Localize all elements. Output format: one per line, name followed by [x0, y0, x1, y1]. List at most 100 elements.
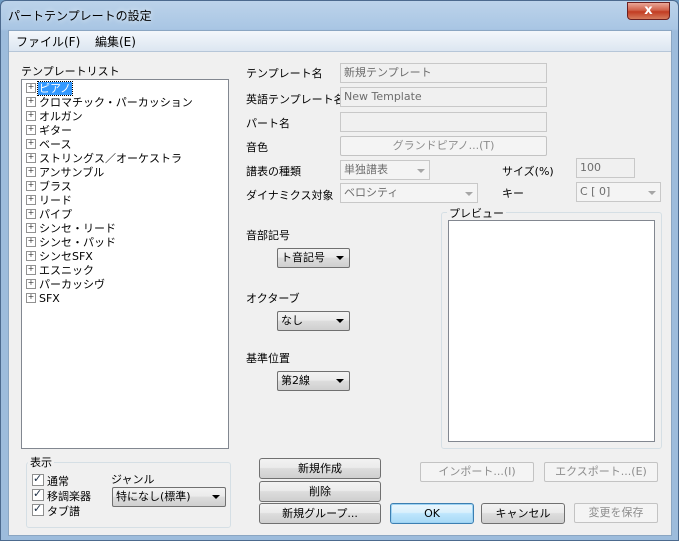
- dialog-window: パートテンプレートの設定 x ファイル(F) 編集(E) テンプレートリスト ピ…: [0, 0, 679, 541]
- octave-label: オクターブ: [246, 292, 300, 305]
- score-type-label: 譜表の種類: [246, 165, 301, 178]
- cancel-button[interactable]: キャンセル: [481, 503, 565, 524]
- genre-value: 特になし(標準): [116, 490, 191, 503]
- save-changes-button[interactable]: 変更を保存: [574, 503, 658, 523]
- title-bar[interactable]: パートテンプレートの設定 x: [1, 1, 678, 29]
- expand-plus-icon[interactable]: [26, 251, 36, 261]
- base-position-label: 基準位置: [246, 352, 290, 365]
- tree-item-label: リード: [39, 194, 72, 207]
- menu-file[interactable]: ファイル(F): [16, 33, 80, 50]
- tree-item[interactable]: ストリングス／オーケストラ: [26, 152, 183, 166]
- tone-button[interactable]: グランドピアノ...(T): [340, 136, 547, 156]
- template-name-label: テンプレート名: [246, 67, 323, 80]
- tab-checkbox-label: タブ譜: [47, 505, 80, 518]
- expand-plus-icon[interactable]: [26, 125, 36, 135]
- octave-value: なし: [281, 314, 303, 327]
- tree-item[interactable]: クロマチック・パーカッション: [26, 96, 194, 110]
- expand-plus-icon[interactable]: [26, 139, 36, 149]
- size-field[interactable]: 100: [576, 158, 635, 178]
- score-type-select[interactable]: 単独譜表: [340, 160, 430, 180]
- tree-item-label: ベース: [39, 138, 72, 151]
- tree-item[interactable]: オルガン: [26, 110, 84, 124]
- tree-item[interactable]: SFX: [26, 292, 61, 306]
- tree-item[interactable]: シンセSFX: [26, 250, 94, 264]
- expand-plus-icon[interactable]: [26, 181, 36, 191]
- close-button[interactable]: x: [627, 2, 670, 20]
- chevron-down-icon: [465, 192, 473, 196]
- tree-item-label: クロマチック・パーカッション: [39, 96, 193, 109]
- menu-edit[interactable]: 編集(E): [95, 33, 136, 50]
- display-label: 表示: [28, 454, 54, 470]
- key-label: キー: [502, 187, 524, 200]
- transposing-checkbox-label: 移調楽器: [47, 490, 91, 503]
- tree-item-label: ブラス: [39, 180, 72, 193]
- dynamics-select[interactable]: ベロシティ: [340, 183, 478, 203]
- expand-plus-icon[interactable]: [26, 265, 36, 275]
- expand-plus-icon[interactable]: [26, 223, 36, 233]
- expand-plus-icon[interactable]: [26, 209, 36, 219]
- tree-item-label: シンセ・パッド: [39, 236, 116, 249]
- dialog-client: ファイル(F) 編集(E) テンプレートリスト ピアノクロマチック・パーカッショ…: [8, 30, 672, 536]
- tree-item-label: シンセSFX: [39, 250, 93, 263]
- tab-checkbox[interactable]: [32, 502, 44, 516]
- expand-plus-icon[interactable]: [26, 195, 36, 205]
- english-name-label: 英語テンプレート名: [246, 93, 345, 106]
- tree-item-label: アンサンブル: [39, 166, 105, 179]
- normal-checkbox[interactable]: [32, 472, 44, 486]
- tree-item[interactable]: シンセ・リード: [26, 222, 117, 236]
- base-position-select[interactable]: 第2線: [277, 371, 350, 391]
- tree-item[interactable]: ギター: [26, 124, 73, 138]
- tree-item-label: エスニック: [39, 264, 94, 277]
- tree-item[interactable]: リード: [26, 194, 73, 208]
- expand-plus-icon[interactable]: [26, 293, 36, 303]
- clef-select[interactable]: ト音記号: [277, 248, 350, 268]
- tree-item[interactable]: シンセ・パッド: [26, 236, 117, 250]
- dynamics-value: ベロシティ: [344, 186, 399, 199]
- expand-plus-icon[interactable]: [26, 237, 36, 247]
- tree-item[interactable]: ピアノ: [26, 81, 74, 96]
- import-button[interactable]: インポート...(I): [420, 462, 534, 482]
- ok-button[interactable]: OK: [390, 503, 474, 524]
- expand-plus-icon[interactable]: [26, 83, 36, 93]
- export-button[interactable]: エクスポート...(E): [544, 462, 658, 482]
- expand-plus-icon[interactable]: [26, 279, 36, 289]
- size-label: サイズ(%): [502, 165, 554, 178]
- window-title: パートテンプレートの設定: [8, 9, 152, 23]
- chevron-down-icon: [417, 169, 425, 173]
- genre-select[interactable]: 特になし(標準): [112, 487, 226, 507]
- template-list-label: テンプレートリスト: [21, 65, 120, 78]
- part-name-field[interactable]: [340, 112, 547, 132]
- key-select[interactable]: C [ 0]: [576, 182, 661, 202]
- tree-item-label: ギター: [39, 124, 72, 137]
- english-name-field[interactable]: New Template: [340, 87, 547, 107]
- tree-item-label: パーカッシヴ: [39, 278, 105, 291]
- tree-item[interactable]: パーカッシヴ: [26, 278, 106, 292]
- tree-item[interactable]: エスニック: [26, 264, 95, 278]
- key-value: C [ 0]: [580, 185, 611, 198]
- template-name-field[interactable]: 新規テンプレート: [340, 63, 547, 83]
- new-group-button[interactable]: 新規グループ...: [259, 503, 381, 524]
- tree-item-label: パイプ: [39, 208, 72, 221]
- chevron-down-icon: [212, 495, 220, 499]
- tree-item[interactable]: ベース: [26, 138, 72, 152]
- transposing-checkbox[interactable]: [32, 487, 44, 501]
- expand-plus-icon[interactable]: [26, 111, 36, 121]
- preview-label: プレビュー: [447, 205, 506, 221]
- chevron-down-icon: [648, 191, 656, 195]
- new-template-button[interactable]: 新規作成: [259, 458, 381, 479]
- tree-item-label: オルガン: [39, 110, 83, 123]
- clef-value: ト音記号: [281, 251, 325, 264]
- template-tree[interactable]: ピアノクロマチック・パーカッションオルガンギターベースストリングス／オーケストラ…: [21, 79, 229, 449]
- tree-item[interactable]: パイプ: [26, 208, 73, 222]
- expand-plus-icon[interactable]: [26, 167, 36, 177]
- delete-button[interactable]: 削除: [259, 481, 381, 502]
- octave-select[interactable]: なし: [277, 311, 350, 331]
- dynamics-label: ダイナミクス対象: [246, 189, 334, 202]
- tree-item[interactable]: アンサンブル: [26, 166, 105, 180]
- chevron-down-icon: [336, 319, 344, 323]
- tree-item[interactable]: ブラス: [26, 180, 73, 194]
- expand-plus-icon[interactable]: [26, 97, 36, 107]
- expand-plus-icon[interactable]: [26, 153, 36, 163]
- chevron-down-icon: [336, 379, 344, 383]
- part-name-label: パート名: [246, 117, 290, 130]
